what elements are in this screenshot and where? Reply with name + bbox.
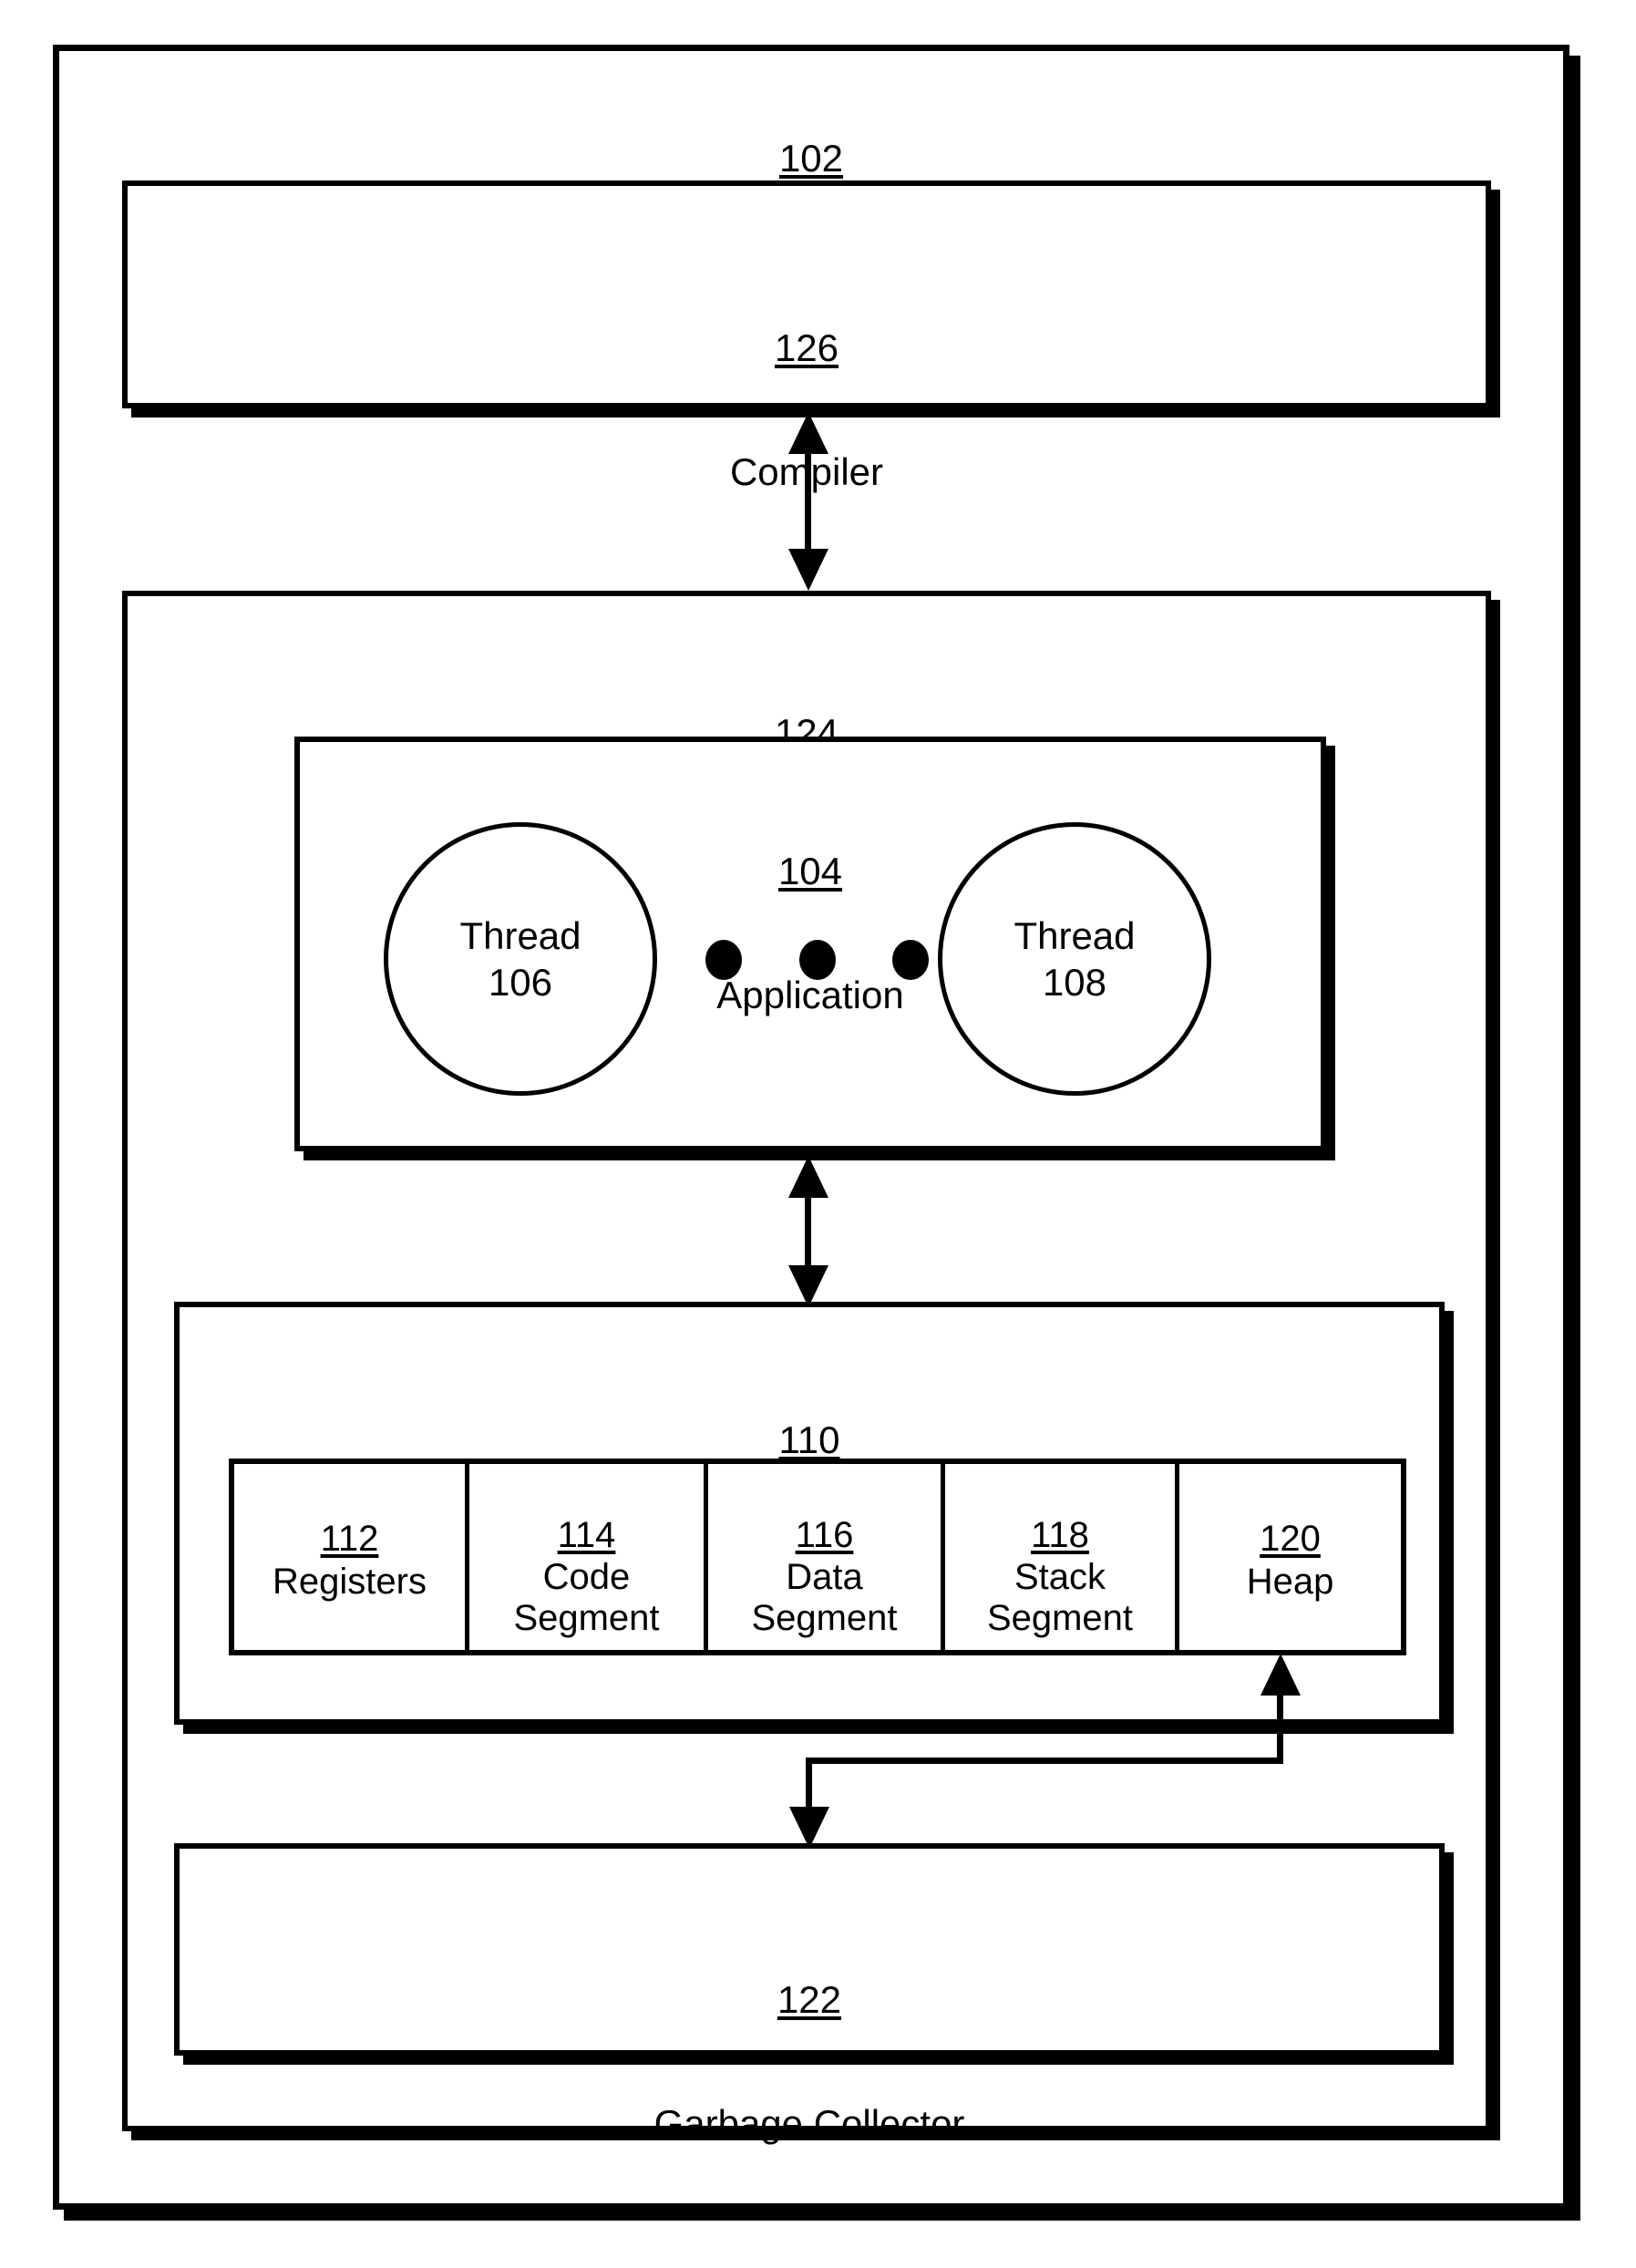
memory-ref: 110: [778, 1418, 840, 1461]
arrow-down-icon: [788, 549, 828, 591]
garbage-collector-caption: Garbage Collector: [653, 2101, 965, 2145]
compiler-box: 126 Compiler: [122, 180, 1491, 492]
threads-ellipsis: [705, 940, 929, 980]
thread-106-ref: 106: [488, 961, 553, 1004]
garbage-collector-label: 122 Garbage Collector: [180, 1896, 1439, 2227]
registers-ref: 112: [320, 1519, 379, 1560]
code-segment-ref: 114: [557, 1514, 616, 1555]
memory-box: 110 Memory 112 Registers 114 Code Segmen…: [174, 1302, 1445, 1725]
computing-system-ref: 102: [778, 136, 844, 180]
connector-line: [1277, 1692, 1283, 1760]
figure-canvas: 102 Computing System 126 Compiler 124 Ru…: [0, 0, 1636, 2268]
connector-line: [805, 1194, 811, 1271]
ellipsis-dot-icon: [892, 940, 929, 980]
memory-segment-code: 114 Code Segment: [469, 1464, 708, 1650]
heap-caption: Heap: [1246, 1562, 1334, 1603]
compiler-ref: 126: [774, 325, 839, 369]
thread-circle-108: Thread 108: [938, 822, 1211, 1096]
connector-line: [806, 1758, 1283, 1764]
memory-segment-registers: 112 Registers: [234, 1464, 469, 1650]
data-segment-caption: Data Segment: [751, 1557, 898, 1639]
thread-circle-106: Thread 106: [384, 822, 657, 1096]
memory-segment-heap: 120 Heap: [1179, 1464, 1401, 1650]
arrow-up-icon: [788, 1156, 828, 1198]
runtime-environment-box: 124 Runtime Environment 104 Application …: [122, 591, 1491, 2144]
arrow-up-icon: [788, 412, 828, 454]
application-box: 104 Application Thread 106 Thread 108: [294, 737, 1326, 1151]
heap-ref: 120: [1260, 1519, 1321, 1560]
ellipsis-dot-icon: [798, 940, 836, 980]
memory-segments-row: 112 Registers 114 Code Segment 116 Data …: [229, 1459, 1406, 1655]
thread-108-name: Thread: [1013, 913, 1136, 957]
registers-caption: Registers: [273, 1562, 427, 1603]
stack-segment-caption: Stack Segment: [986, 1557, 1134, 1639]
memory-segment-stack: 118 Stack Segment: [945, 1464, 1179, 1650]
connector-line: [805, 450, 811, 552]
arrow-up-icon: [1260, 1654, 1301, 1696]
stack-segment-ref: 118: [1031, 1514, 1089, 1555]
thread-108-ref: 108: [1042, 961, 1107, 1004]
memory-segment-data: 116 Data Segment: [708, 1464, 945, 1650]
data-segment-ref: 116: [795, 1514, 854, 1555]
code-segment-caption: Code Segment: [513, 1557, 660, 1639]
garbage-collector-ref: 122: [777, 1977, 842, 2021]
thread-106-name: Thread: [459, 913, 581, 957]
garbage-collector-box: 122 Garbage Collector: [174, 1843, 1445, 2144]
ellipsis-dot-icon: [705, 940, 742, 980]
